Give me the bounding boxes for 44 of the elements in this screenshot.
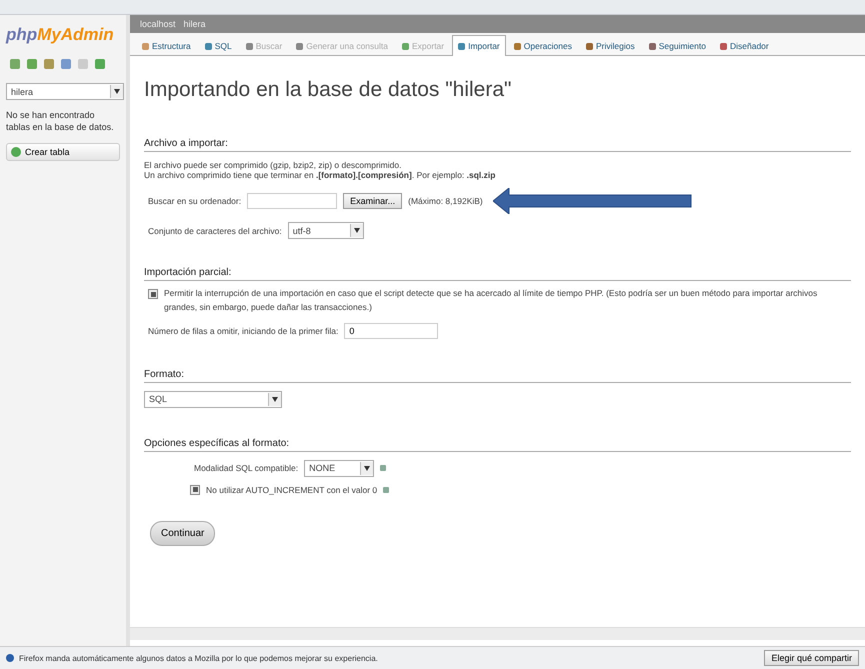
notification-message: Firefox manda automáticamente algunos datos a Mozilla por lo que podemos mejorar su experiencia.: [19, 654, 378, 662]
caret-down-icon: [272, 396, 278, 402]
database-select[interactable]: hilera: [6, 83, 124, 100]
max-size-text: (Máximo: 8,192KiB): [408, 196, 483, 206]
format-select[interactable]: SQL: [144, 390, 282, 408]
help-icon[interactable]: [380, 465, 386, 472]
tab[interactable]: Importar: [452, 35, 506, 56]
checkbox[interactable]: [148, 289, 158, 299]
section-legend: Opciones específicas al formato:: [144, 438, 851, 452]
checkbox[interactable]: [190, 484, 200, 495]
logo: phpMyAdmin: [6, 25, 115, 45]
continue-button[interactable]: Continuar: [150, 520, 216, 546]
choose-share-button[interactable]: Elegir qué compartir: [764, 650, 859, 666]
field-label: Modalidad SQL compatible:: [194, 463, 298, 474]
horizontal-scrollbar[interactable]: [130, 627, 865, 640]
info-icon: [6, 654, 14, 662]
page-title: Importando en la base de datos "hilera": [144, 78, 512, 102]
field-label: Número de filas a omitir, iniciando de la primer fila:: [148, 326, 338, 336]
section-legend: Formato:: [144, 368, 851, 383]
charset-select[interactable]: utf-8: [288, 222, 364, 239]
tab[interactable]: Seguimiento: [642, 35, 712, 56]
create-table-button[interactable]: Crear tabla: [6, 143, 120, 162]
note-text: Un archivo comprimido tiene que terminar en .[formato].[compresión]. Por ejemplo: .sql.zip: [144, 170, 496, 180]
checkbox-label: No utilizar AUTO_INCREMENT con el valor 0: [206, 484, 378, 495]
section-legend: Archivo a importar:: [144, 138, 851, 152]
tab[interactable]: Privilegios: [580, 35, 641, 56]
compat-select[interactable]: NONE: [304, 460, 374, 477]
sidebar-message: No se han encontrado tablas en la base de datos.: [6, 110, 115, 134]
note-text: El archivo puede ser comprimido (gzip, bzip2, zip) o descomprimido.: [144, 160, 402, 170]
tab[interactable]: Diseñador: [714, 35, 775, 56]
caret-down-icon: [364, 466, 370, 471]
file-input[interactable]: [247, 193, 338, 209]
caret-down-icon: [114, 89, 120, 94]
caret-down-icon: [354, 228, 360, 233]
tab[interactable]: SQL: [198, 35, 238, 56]
field-label: Conjunto de caracteres del archivo:: [148, 226, 282, 236]
field-label: Buscar en su ordenador:: [148, 196, 242, 206]
help-icon[interactable]: [383, 486, 390, 493]
skip-rows-field[interactable]: 0: [344, 322, 438, 339]
browse-button[interactable]: Examinar...: [343, 193, 402, 209]
checkbox-label: Permitir la interrupción de una importación en caso que el script detecte que se ha acercado al límite de tiempo PHP. (Esto podría ser un buen método para importar archivos grandes, sin embargo, puede dañar las transacciones.): [164, 287, 818, 314]
tab[interactable]: Estructura: [136, 35, 197, 56]
section-legend: Importación parcial:: [144, 267, 851, 281]
tab[interactable]: Operaciones: [508, 35, 578, 56]
